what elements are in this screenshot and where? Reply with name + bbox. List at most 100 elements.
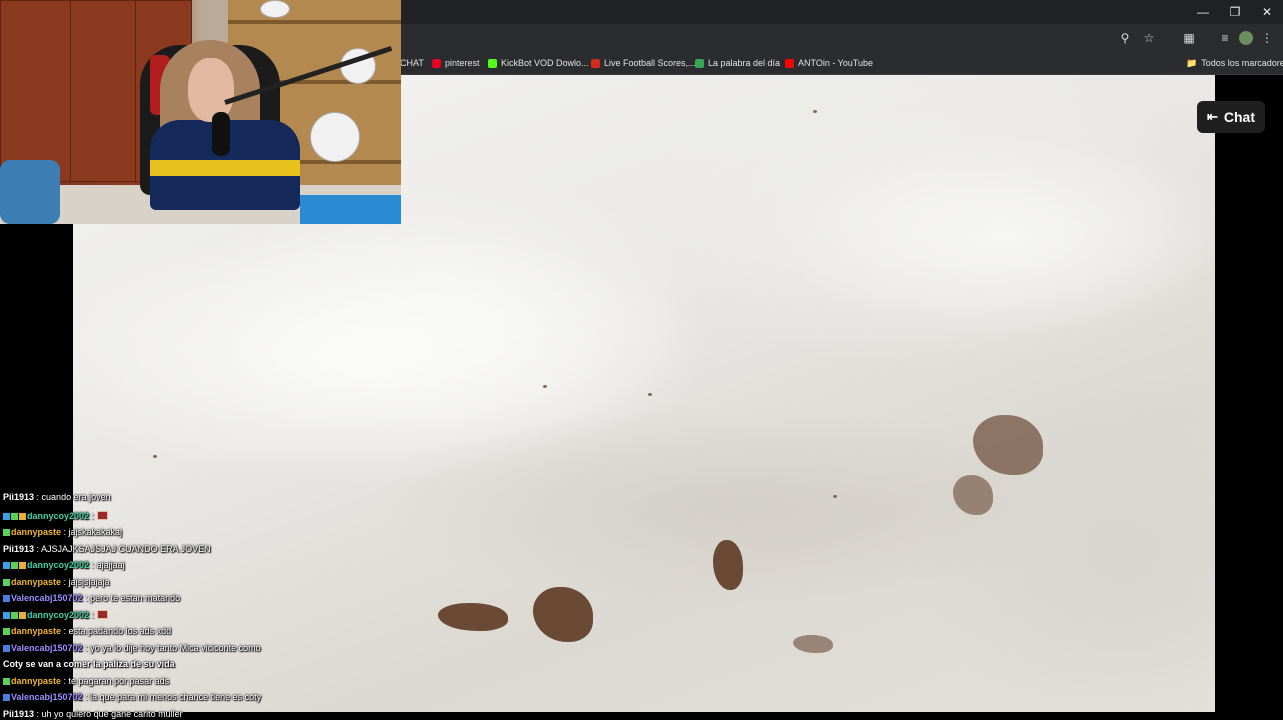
all-bookmarks-button[interactable]: 📁 Todos los marcadores: [1186, 55, 1283, 71]
video-frame-texture: [773, 135, 1215, 335]
bookmark-item[interactable]: KickBot VOD Dowlo...: [488, 55, 589, 71]
chat-separator: :: [61, 675, 69, 686]
chat-username[interactable]: dannycoy2002: [27, 560, 89, 570]
video-frame-texture: [543, 385, 547, 388]
chat-badge-icon: [19, 611, 26, 619]
chat-username[interactable]: dannycoy2002: [27, 610, 89, 620]
chat-username[interactable]: Pii1913: [3, 544, 34, 554]
bookmark-item[interactable]: pinterest: [432, 55, 480, 71]
bookmark-item[interactable]: CHAT: [400, 55, 424, 71]
football: [260, 0, 290, 18]
webcam-overlay: [0, 0, 401, 224]
extensions-icon[interactable]: ▦: [1179, 28, 1199, 48]
minimize-icon[interactable]: —: [1187, 0, 1219, 24]
chat-message: dannypaste : esta padando los ads xdd: [3, 626, 171, 637]
chat-separator: :: [61, 626, 69, 636]
chat-separator: :: [89, 510, 97, 521]
chat-message: dannycoy2002 :: [3, 609, 108, 621]
chat-badge-icon: [3, 628, 10, 635]
chat-separator: :: [61, 576, 69, 587]
chat-text: pero te estan matando: [90, 593, 181, 603]
star-icon[interactable]: ☆: [1139, 28, 1159, 48]
video-frame-texture: [793, 635, 833, 653]
video-frame-texture: [153, 455, 157, 458]
video-frame-texture: [438, 603, 508, 631]
chat-button-label: Chat: [1223, 109, 1256, 125]
chat-separator: :: [82, 593, 91, 603]
chat-username[interactable]: Pii1913: [3, 492, 34, 502]
chat-badge-icon: [11, 611, 18, 619]
chat-username[interactable]: dannycoy2002: [27, 511, 89, 521]
chat-text: jajskakakakaj: [68, 527, 123, 537]
chat-badge-icon: [3, 595, 10, 602]
blue-object: [0, 160, 60, 224]
football: [310, 112, 360, 162]
chat-separator: :: [34, 492, 42, 502]
close-icon[interactable]: ✕: [1251, 0, 1283, 24]
folder-icon: 📁: [1186, 57, 1198, 68]
chat-separator: :: [34, 543, 42, 554]
chat-separator: :: [34, 708, 42, 719]
video-frame-texture: [833, 495, 837, 498]
chat-badge-icon: [19, 562, 26, 569]
chat-badge-icon: [3, 694, 10, 701]
chat-badge-icon: [3, 512, 10, 520]
media-icon[interactable]: ≡: [1215, 28, 1235, 48]
chat-message: dannypaste : jajsjsjajaja: [3, 577, 110, 588]
chat-text: te pagaran por pasar ads: [68, 675, 170, 686]
chat-separator: :: [61, 527, 69, 537]
bookmark-favicon-icon: [432, 58, 441, 68]
cabinet-door: [70, 0, 137, 182]
restore-icon[interactable]: ❐: [1219, 0, 1251, 24]
chat-message: dannypaste : te pagaran por pasar ads: [3, 676, 169, 687]
chat-message: Pii1913 : AJSJAJKSAJSJAJ CUANDO ERA JOVE…: [3, 544, 211, 555]
video-frame-texture: [533, 587, 593, 642]
zoom-icon[interactable]: ⚲: [1115, 28, 1135, 48]
chat-text: cuando era joven: [41, 492, 111, 502]
chat-username[interactable]: Valencabj150702: [11, 643, 83, 653]
bookmark-item[interactable]: La palabra del día: [695, 55, 780, 71]
chat-username[interactable]: Valencabj150702: [11, 692, 83, 702]
menu-icon[interactable]: ⋮: [1257, 28, 1277, 48]
cabinet-door: [0, 0, 72, 182]
chat-username[interactable]: dannypaste: [11, 676, 61, 686]
chat-badge-icon: [11, 562, 18, 569]
chat-message: Coty se van a comer la paliza de su vida: [3, 659, 175, 670]
chat-badge-icon: [3, 578, 10, 586]
bookmark-item[interactable]: Live Football Scores,...: [591, 55, 696, 71]
shelf-board: [228, 20, 401, 24]
bookmark-label: Live Football Scores,...: [604, 58, 696, 68]
chat-username[interactable]: dannypaste: [11, 577, 61, 587]
chat-message: Valencabj150702 : la que para mi menos c…: [3, 692, 261, 703]
chat-separator: :: [82, 692, 91, 702]
chat-username[interactable]: Valencabj150702: [11, 593, 83, 603]
chat-badge-icon: [3, 562, 10, 569]
chat-username[interactable]: Pii1913: [3, 709, 34, 719]
chat-toggle-button[interactable]: ⇤ Chat: [1197, 101, 1265, 133]
bookmark-item[interactable]: ANTOin - YouTube: [785, 55, 873, 71]
chat-overlay: Pii1913 : cuando era joven dannycoy2002 :…: [0, 490, 300, 720]
chat-badge-icon: [11, 512, 18, 520]
jersey-stripe: [150, 160, 300, 176]
all-bookmarks-label: Todos los marcadores: [1201, 58, 1283, 68]
video-frame-texture: [813, 110, 817, 113]
chat-badge-icon: [19, 512, 26, 520]
chat-emote-icon: [96, 510, 108, 520]
desk: [300, 195, 401, 224]
chat-text: esta padando los ads xdd: [68, 626, 172, 636]
bookmark-label: ANTOin - YouTube: [798, 58, 874, 68]
chat-emote-icon: [96, 609, 108, 619]
chat-separator: :: [89, 560, 97, 570]
collapse-icon: ⇤: [1206, 109, 1218, 124]
chat-text: ajajjaaj: [96, 560, 125, 570]
chat-text: AJSJAJKSAJSJAJ CUANDO ERA JOVEN: [41, 543, 211, 554]
chat-text: la que para mi menos chance tiene es cot…: [90, 692, 262, 702]
chat-message: dannycoy2002 :: [3, 510, 108, 522]
chat-message: Pii1913 : cuando era joven: [3, 492, 111, 503]
profile-avatar[interactable]: [1239, 31, 1253, 45]
bookmark-favicon-icon: [488, 58, 497, 68]
chat-username[interactable]: dannypaste: [11, 626, 61, 636]
chat-username[interactable]: dannypaste: [11, 527, 61, 537]
chat-text: uh yo quiero que gane carito muller: [41, 708, 183, 719]
microphone: [212, 112, 230, 156]
